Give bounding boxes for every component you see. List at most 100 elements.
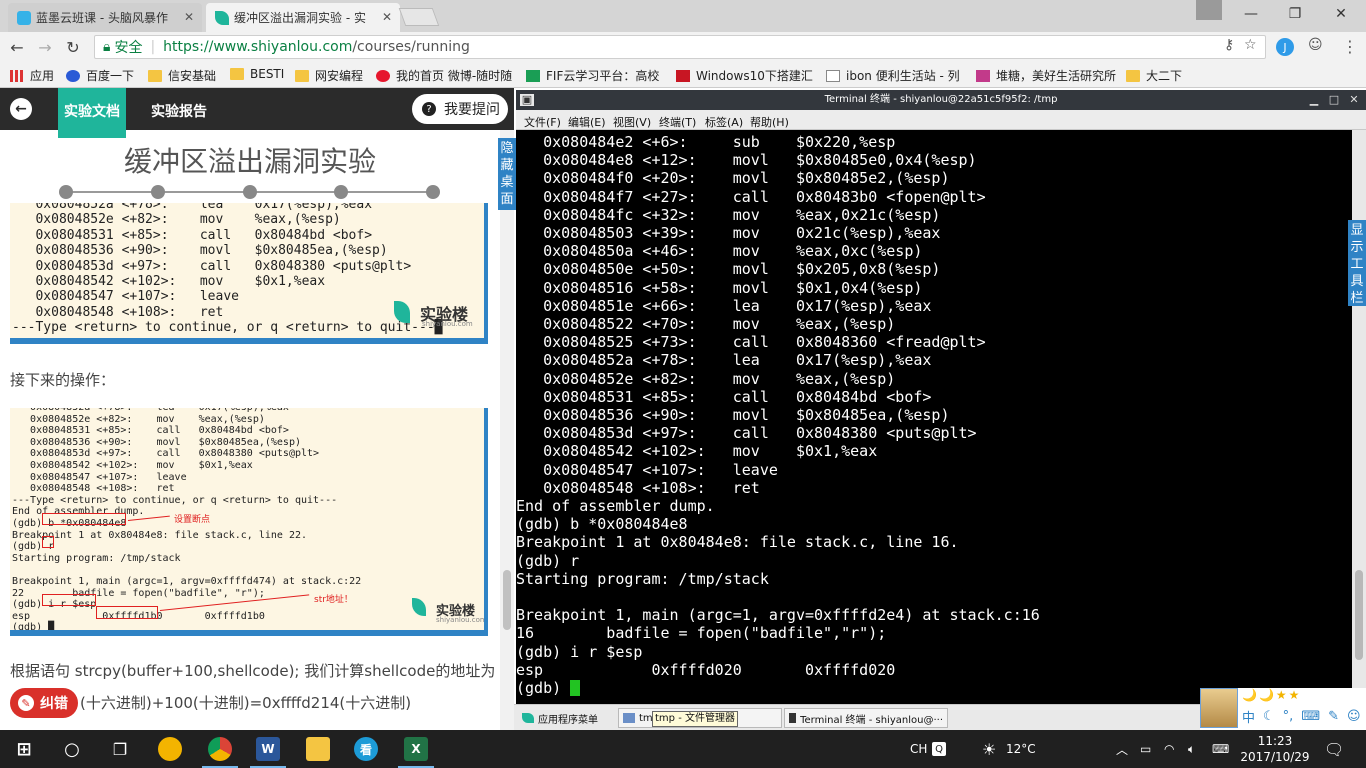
battery-icon[interactable]: ▭ bbox=[1140, 730, 1151, 768]
step-dot[interactable] bbox=[426, 185, 440, 199]
bookmark-folder[interactable]: 大二下 bbox=[1126, 67, 1182, 84]
terminal-output[interactable]: 0x080484e2 <+6>: sub $0x220,%esp 0x08048… bbox=[516, 133, 1352, 704]
star-icon[interactable]: ☆ bbox=[1244, 37, 1257, 53]
minimize-button[interactable]: — bbox=[1228, 0, 1274, 28]
folder-icon bbox=[1126, 69, 1140, 82]
browser-toolbar: ← → ↻ 🔒︎ 安全 | https://www.shiyanlou.com/… bbox=[0, 32, 1366, 62]
ime-toolbar: 🌙🌙★★ 中 ☾ °, ⌨ ✎ ☺ bbox=[1200, 688, 1366, 730]
shiyanlou-icon bbox=[215, 11, 229, 25]
tab-lab-report[interactable]: 实验报告 bbox=[151, 101, 207, 121]
bookmark-folder[interactable]: 信安基础 bbox=[148, 67, 216, 84]
scrollbar-thumb[interactable] bbox=[1355, 570, 1363, 660]
skin-icon[interactable]: ☺ bbox=[1347, 709, 1361, 724]
taskbar-app-chrome[interactable] bbox=[196, 730, 244, 768]
start-button[interactable]: ⊞ bbox=[0, 730, 48, 768]
folder-icon bbox=[295, 69, 309, 82]
bookmark-folder[interactable]: BESTI bbox=[230, 67, 284, 81]
tab-title: 蓝墨云班课 - 头脑风暴作 bbox=[36, 11, 168, 25]
file-explorer-icon bbox=[306, 737, 330, 761]
wifi-icon[interactable]: ◠ bbox=[1164, 730, 1174, 768]
lab-scrollbar[interactable] bbox=[500, 130, 514, 730]
task-view-icon: ❐ bbox=[112, 739, 128, 759]
tab-lab-doc[interactable]: 实验文档 bbox=[58, 88, 126, 138]
chevron-up-icon[interactable]: ︿ bbox=[1116, 730, 1128, 768]
maximize-icon[interactable]: □ bbox=[1328, 94, 1340, 106]
tab-shiyanlou[interactable]: 缓冲区溢出漏洞实验 - 实 ✕ bbox=[206, 3, 400, 32]
app-menu-button[interactable]: 应用程序菜单 bbox=[522, 708, 598, 728]
menu-edit[interactable]: 编辑(E) bbox=[568, 114, 606, 130]
volume-icon[interactable]: 🔈︎ bbox=[1188, 730, 1195, 768]
ime-mode[interactable]: 中 bbox=[1242, 707, 1255, 726]
step-dot[interactable] bbox=[243, 185, 257, 199]
close-icon[interactable]: ✕ bbox=[184, 10, 194, 24]
menu-tabs[interactable]: 标签(A) bbox=[705, 114, 743, 130]
show-toolbar-button[interactable]: 显示工具栏 bbox=[1348, 220, 1366, 306]
menu-view[interactable]: 视图(V) bbox=[613, 114, 651, 130]
bookmark-weibo[interactable]: 我的首页 微博-随时随 bbox=[376, 67, 512, 84]
key-icon[interactable]: ⚷ bbox=[1224, 37, 1234, 53]
close-window-button[interactable]: ✕ bbox=[1318, 0, 1364, 28]
step-dot[interactable] bbox=[59, 185, 73, 199]
bookmark-baidu[interactable]: 百度一下 bbox=[66, 67, 134, 84]
taskbar-app-excel[interactable]: X bbox=[392, 730, 440, 768]
wrench-icon[interactable]: ✎ bbox=[1328, 709, 1339, 724]
taskbar-app-explorer[interactable] bbox=[294, 730, 342, 768]
ime-tray-icon[interactable]: Q bbox=[932, 730, 946, 768]
new-tab-button[interactable] bbox=[398, 8, 440, 26]
terminal-app-icon: ▣ bbox=[520, 93, 534, 106]
back-arrow-icon[interactable]: ← bbox=[6, 37, 28, 57]
terminal-scrollbar[interactable] bbox=[1352, 130, 1366, 704]
highlight-box bbox=[42, 594, 96, 606]
system-clock[interactable]: 11:23 2017/10/29 bbox=[1238, 733, 1312, 765]
reload-icon[interactable]: ↻ bbox=[62, 37, 84, 57]
taskitem-terminal[interactable]: Terminal 终端 - shiyanlou@··· bbox=[784, 708, 948, 728]
taskbar-app-paint[interactable] bbox=[146, 730, 194, 768]
address-bar[interactable]: 🔒︎ 安全 | https://www.shiyanlou.com/course… bbox=[94, 35, 1266, 59]
menu-terminal[interactable]: 终端(T) bbox=[659, 114, 696, 130]
back-circle-icon[interactable]: ← bbox=[10, 98, 32, 120]
taskbar-app-word[interactable]: W bbox=[244, 730, 292, 768]
extension-icon[interactable]: J bbox=[1276, 38, 1294, 56]
step-dot[interactable] bbox=[334, 185, 348, 199]
input-language[interactable]: CH bbox=[910, 730, 927, 768]
hide-desktop-button[interactable]: 隐藏桌面 bbox=[498, 138, 516, 210]
bookmark-folder[interactable]: 网安编程 bbox=[295, 67, 363, 84]
forward-arrow-icon[interactable]: → bbox=[34, 37, 56, 57]
menu-kebab-icon[interactable]: ⋮ bbox=[1342, 37, 1358, 56]
bookmark-ibon[interactable]: ibon 便利生活站 - 列 bbox=[826, 67, 960, 84]
bookmark-duitang[interactable]: 堆糖，美好生活研究所 bbox=[976, 67, 1116, 84]
report-error-button[interactable]: ✎ 纠错 bbox=[10, 688, 78, 718]
sun-icon[interactable]: ☀ bbox=[982, 730, 996, 768]
tab-lanmo[interactable]: 蓝墨云班课 - 头脑风暴作 ✕ bbox=[8, 3, 202, 32]
ask-question-button[interactable]: ? 我要提问 bbox=[412, 94, 508, 124]
moon-icon[interactable]: ☾ bbox=[1263, 709, 1275, 724]
step-dot[interactable] bbox=[151, 185, 165, 199]
menu-help[interactable]: 帮助(H) bbox=[750, 114, 789, 130]
scrollbar-thumb[interactable] bbox=[503, 570, 511, 630]
bookmark-csdn[interactable]: Windows10下搭建汇 bbox=[676, 67, 813, 84]
close-icon[interactable]: ✕ bbox=[1348, 94, 1360, 106]
keyboard-icon[interactable]: ⌨ bbox=[1301, 709, 1320, 724]
ime-status-bar[interactable]: 中 ☾ °, ⌨ ✎ ☺ bbox=[1240, 706, 1366, 726]
punctuation-icon[interactable]: °, bbox=[1283, 709, 1294, 724]
bookmark-fif[interactable]: FIF云学习平台：高校 bbox=[526, 67, 659, 84]
cloud-class-icon bbox=[17, 11, 31, 25]
keyboard-icon[interactable]: ⌨ bbox=[1212, 730, 1229, 768]
restore-button[interactable]: ❐ bbox=[1272, 0, 1318, 28]
bookmarks-bar: 应用 百度一下 信安基础 BESTI 网安编程 我的首页 微博-随时随 FIF云… bbox=[0, 62, 1366, 88]
step-progress bbox=[59, 185, 440, 199]
task-view-button[interactable]: ❐ bbox=[96, 730, 144, 768]
search-button[interactable]: ○ bbox=[48, 730, 96, 768]
menu-file[interactable]: 文件(F) bbox=[524, 114, 561, 130]
secure-label: 安全 bbox=[114, 40, 143, 56]
avatar[interactable] bbox=[1200, 688, 1238, 728]
tooltip: tmp - 文件管理器 bbox=[652, 711, 738, 727]
close-icon[interactable]: ✕ bbox=[382, 10, 392, 24]
minimize-icon[interactable]: ▁ bbox=[1308, 94, 1320, 106]
profile-icon[interactable] bbox=[1196, 0, 1222, 20]
weather-temp[interactable]: 12°C bbox=[1006, 730, 1036, 768]
bookmark-apps[interactable]: 应用 bbox=[10, 67, 54, 84]
taskbar-app-kankan[interactable]: 看 bbox=[342, 730, 390, 768]
notification-icon[interactable]: 🗨︎ bbox=[1324, 730, 1344, 768]
extension-gray-icon[interactable]: ☺ bbox=[1308, 37, 1323, 53]
